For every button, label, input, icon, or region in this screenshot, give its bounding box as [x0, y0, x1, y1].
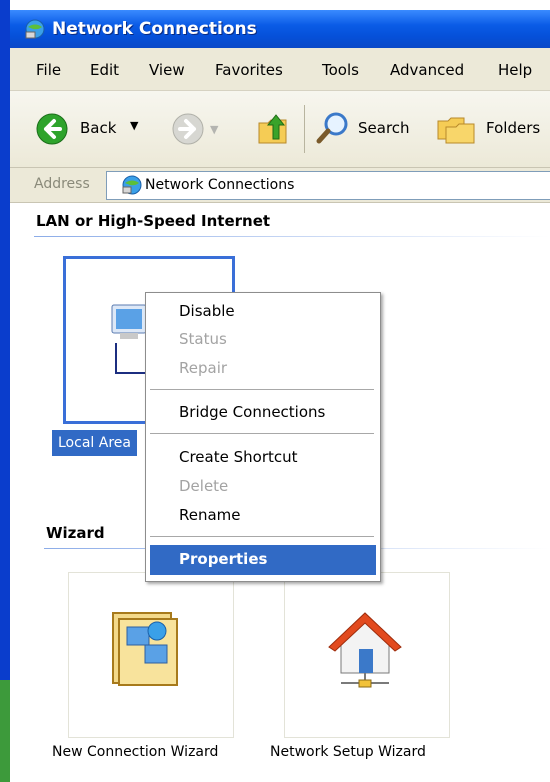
menu-item-create-shortcut[interactable]: Create Shortcut — [179, 448, 298, 466]
context-menu: Disable Status Repair Bridge Connections… — [145, 292, 381, 582]
window-title: Network Connections — [52, 19, 257, 39]
menu-file[interactable]: File — [36, 61, 61, 79]
menu-item-properties[interactable]: Properties — [179, 550, 267, 568]
forward-arrow-icon — [172, 113, 204, 145]
folders-button[interactable]: Folders — [434, 107, 550, 151]
address-field[interactable]: Network Connections — [106, 171, 550, 200]
menu-separator — [150, 433, 374, 434]
network-setup-wizard-label[interactable]: Network Setup Wizard — [270, 744, 426, 760]
search-button[interactable]: Search — [314, 107, 424, 151]
address-bar: Address Network Connections — [10, 168, 550, 203]
menu-item-rename[interactable]: Rename — [179, 506, 241, 524]
menu-favorites[interactable]: Favorites — [215, 61, 283, 79]
group-title-wizard: Wizard — [46, 524, 105, 542]
new-connection-wizard-icon — [112, 612, 178, 686]
menu-item-delete: Delete — [179, 477, 229, 495]
address-label: Address — [34, 176, 90, 192]
search-label: Search — [358, 119, 410, 137]
up-folder-icon[interactable] — [256, 109, 290, 147]
menu-item-bridge-connections[interactable]: Bridge Connections — [179, 403, 325, 421]
back-button[interactable]: Back ▼ — [34, 109, 144, 149]
title-bar[interactable]: Network Connections — [10, 10, 550, 48]
address-value: Network Connections — [145, 177, 295, 193]
menu-item-disable[interactable]: Disable — [179, 302, 235, 320]
forward-button[interactable]: ▼ — [170, 113, 226, 147]
local-area-connection-label[interactable]: Local Area — [52, 430, 137, 456]
menu-item-repair: Repair — [179, 359, 228, 377]
menu-separator — [150, 536, 374, 537]
toolbar-separator — [304, 105, 305, 153]
new-connection-wizard-tile[interactable] — [68, 572, 234, 738]
back-arrow-icon — [36, 113, 68, 145]
network-connections-icon — [122, 175, 142, 195]
menu-advanced[interactable]: Advanced — [390, 61, 464, 79]
menu-edit[interactable]: Edit — [90, 61, 119, 79]
forward-dropdown-icon[interactable]: ▼ — [210, 123, 218, 136]
menu-help[interactable]: Help — [498, 61, 532, 79]
window-left-border — [0, 0, 10, 782]
back-label: Back — [80, 119, 117, 137]
back-dropdown-icon[interactable]: ▼ — [130, 119, 138, 132]
network-connections-icon — [25, 19, 45, 39]
menu-bar: File Edit View Favorites Tools Advanced … — [10, 48, 550, 91]
search-icon — [316, 112, 348, 144]
desktop-background-strip — [0, 680, 10, 782]
folders-label: Folders — [486, 119, 541, 137]
group-title-lan: LAN or High-Speed Internet — [36, 212, 271, 230]
menu-item-status: Status — [179, 330, 227, 348]
new-connection-wizard-label[interactable]: New Connection Wizard — [52, 744, 218, 760]
group-divider — [34, 236, 550, 237]
network-setup-wizard-tile[interactable] — [284, 572, 450, 738]
toolbar: Back ▼ ▼ Search Folders — [10, 91, 550, 168]
menu-separator — [150, 389, 374, 390]
menu-view[interactable]: View — [149, 61, 185, 79]
folders-icon — [437, 117, 475, 144]
network-setup-wizard-icon — [328, 612, 402, 688]
menu-tools[interactable]: Tools — [322, 61, 359, 79]
